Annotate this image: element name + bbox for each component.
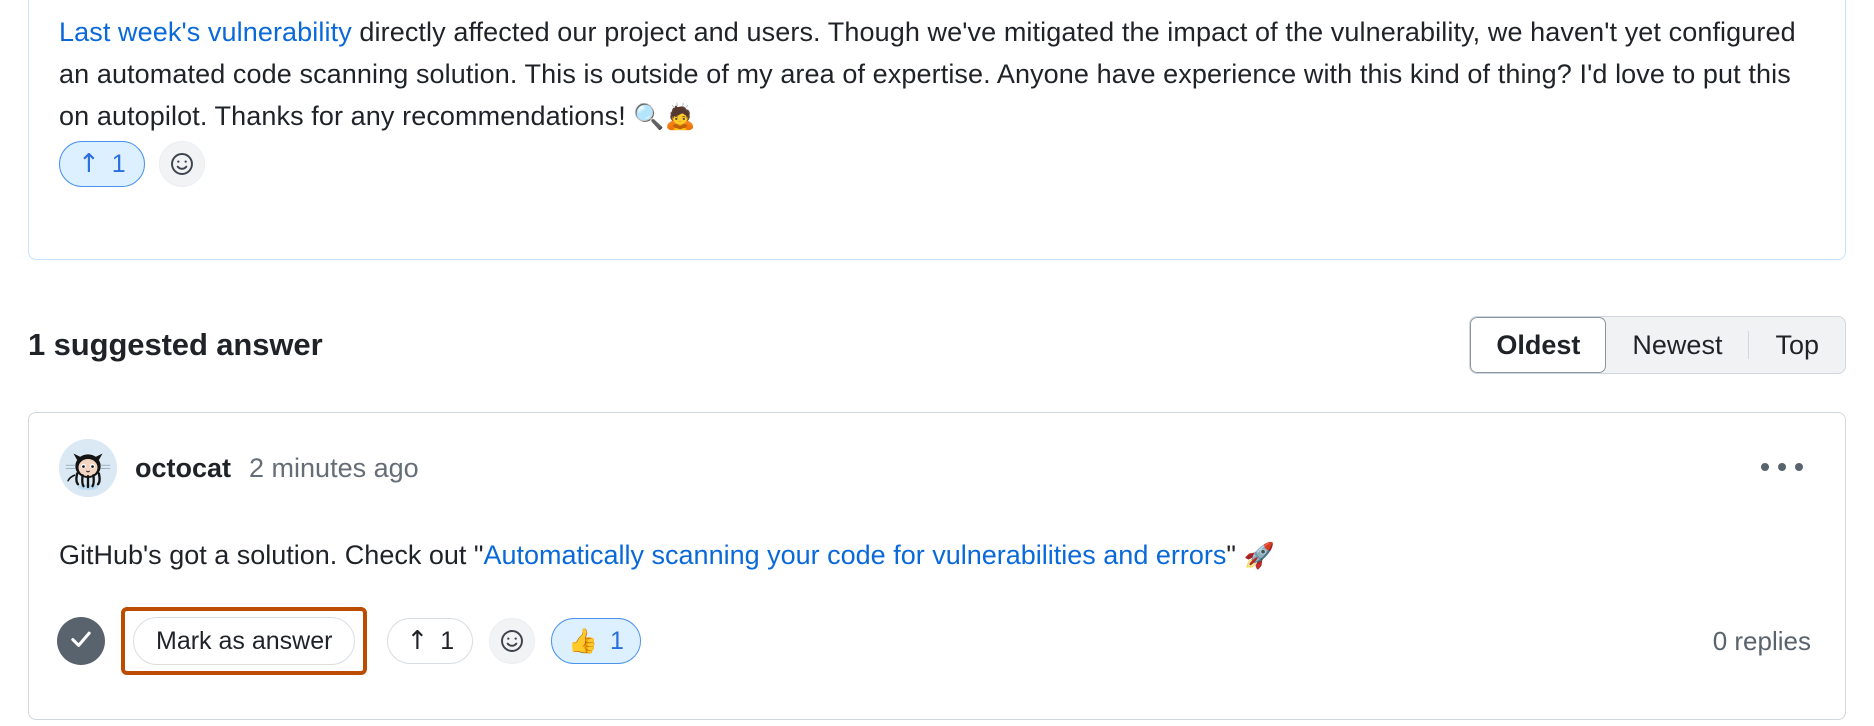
thumbsup-count: 1 — [610, 626, 624, 655]
answer-add-reaction-button[interactable] — [489, 618, 536, 664]
check-icon — [67, 625, 95, 658]
answer-text-prefix: GitHub's got a solution. Check out " — [59, 540, 484, 570]
sort-option-top[interactable]: Top — [1749, 317, 1845, 373]
vulnerability-link[interactable]: Last week's vulnerability — [59, 17, 352, 47]
rocket-icon: 🚀 — [1243, 541, 1275, 570]
answer-timestamp: 2 minutes ago — [249, 452, 419, 483]
mark-as-answer-button[interactable]: Mark as answer — [133, 617, 356, 665]
sort-option-oldest[interactable]: Oldest — [1470, 317, 1607, 373]
answer-card: octocat 2 minutes ago GitHub's got a sol… — [28, 412, 1846, 720]
kebab-dot-icon — [1761, 463, 1769, 471]
discussion-page: Last week's vulnerability directly affec… — [0, 0, 1874, 726]
upvote-count: 1 — [111, 149, 126, 178]
kebab-dot-icon — [1778, 463, 1786, 471]
thumbsup-icon: 👍 — [568, 627, 599, 655]
upvote-button[interactable]: ↑ 1 — [59, 141, 145, 187]
answer-more-options-button[interactable] — [1753, 455, 1811, 479]
up-arrow-icon: ↑ — [406, 626, 429, 656]
answer-sort-segmented-control[interactable]: Oldest Newest Top — [1469, 316, 1846, 374]
up-arrow-icon: ↑ — [78, 149, 100, 179]
answer-body-text: GitHub's got a solution. Check out "Auto… — [59, 535, 1275, 576]
smiley-icon — [169, 151, 195, 177]
mark-as-answer-highlight: Mark as answer — [121, 607, 368, 675]
bowing-person-icon: 🙇 — [664, 102, 696, 131]
discussion-post-body: Last week's vulnerability directly affec… — [59, 11, 1819, 138]
answer-author-row: octocat 2 minutes ago — [59, 439, 419, 497]
add-reaction-button[interactable] — [158, 141, 205, 187]
avatar[interactable] — [59, 439, 117, 497]
answer-text-suffix: " — [1226, 540, 1244, 570]
magnifier-icon: 🔍 — [633, 102, 665, 131]
kebab-dot-icon — [1795, 463, 1803, 471]
smiley-icon — [499, 628, 525, 654]
answers-header: 1 suggested answer Oldest Newest Top — [28, 312, 1846, 378]
thumbsup-reaction-button[interactable]: 👍 1 — [551, 618, 641, 664]
answer-upvote-count: 1 — [440, 626, 455, 655]
discussion-post-action-bar: ↑ 1 — [59, 141, 205, 187]
octocat-icon — [59, 439, 117, 497]
answer-author-name[interactable]: octocat — [135, 453, 231, 484]
replies-count: 0 replies — [1712, 625, 1811, 656]
code-scanning-doc-link[interactable]: Automatically scanning your code for vul… — [483, 540, 1226, 570]
discussion-post-card: Last week's vulnerability directly affec… — [28, 0, 1846, 260]
suggested-answers-title: 1 suggested answer — [28, 327, 323, 362]
sort-option-newest[interactable]: Newest — [1606, 317, 1748, 373]
answer-check-indicator — [57, 617, 105, 665]
answer-action-bar: Mark as answer ↑ 1 👍 1 0 replies — [57, 607, 1815, 675]
answer-upvote-button[interactable]: ↑ 1 — [387, 618, 474, 664]
